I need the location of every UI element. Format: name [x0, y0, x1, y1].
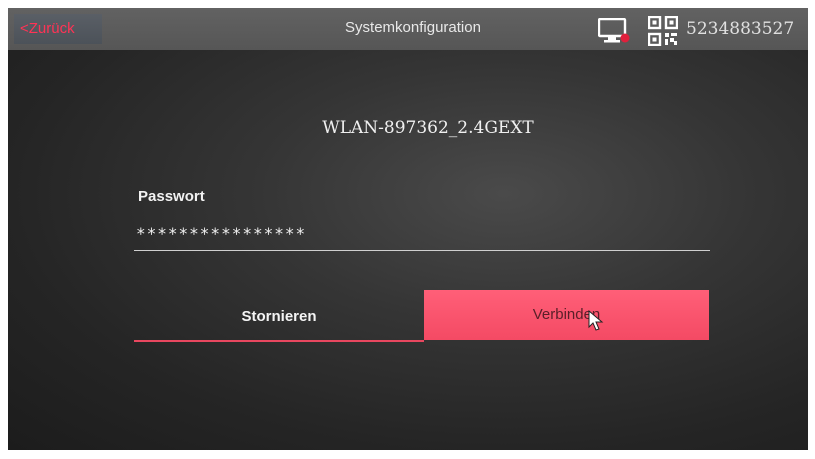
- password-label: Passwort: [138, 188, 205, 205]
- password-input[interactable]: [134, 216, 710, 251]
- mouse-cursor-icon: [588, 310, 604, 331]
- back-button[interactable]: <Zurück: [14, 14, 102, 44]
- cancel-button[interactable]: Stornieren: [134, 292, 424, 342]
- connect-button[interactable]: Verbinden: [424, 290, 709, 340]
- monitor-icon[interactable]: [598, 18, 630, 44]
- screen: <Zurück Systemkonfiguration 5234883527 W…: [8, 8, 808, 450]
- network-name: WLAN-897362_2.4GEXT: [322, 118, 534, 138]
- qr-code-icon[interactable]: [648, 16, 678, 46]
- device-id: 5234883527: [686, 19, 795, 39]
- header-bar: <Zurück Systemkonfiguration 5234883527: [8, 8, 808, 50]
- page-title: Systemkonfiguration: [345, 19, 481, 36]
